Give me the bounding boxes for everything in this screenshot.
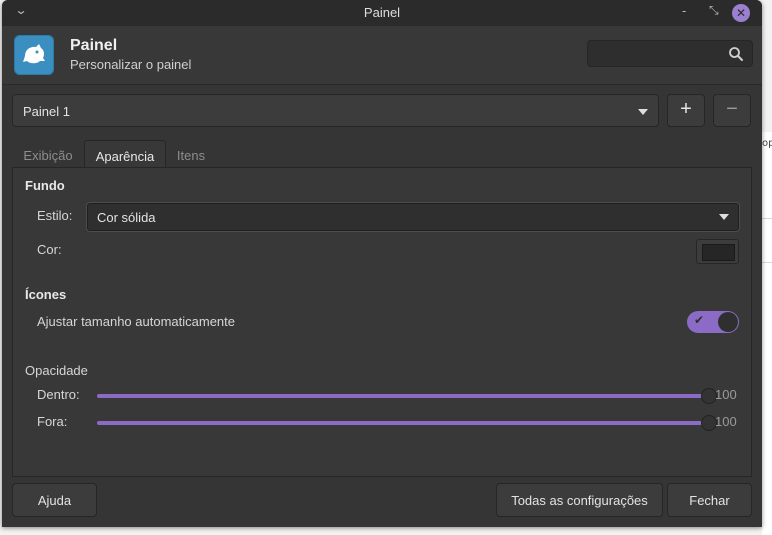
close-button[interactable]: Fechar (667, 483, 752, 517)
fundo-section-title: Fundo (25, 178, 65, 193)
auto-size-toggle[interactable]: ✔ (687, 311, 739, 333)
maximize-icon[interactable]: ⤡ (709, 3, 719, 18)
panel-settings-window: ⌄ Painel ‐ ⤡ ✕ Painel Personalizar o pai… (2, 0, 762, 527)
close-window-icon[interactable]: ✕ (732, 4, 750, 22)
panel-select-value: Painel 1 (23, 104, 70, 119)
cor-label: Cor: (37, 242, 62, 257)
dentro-slider[interactable] (97, 388, 717, 404)
page-subtitle: Personalizar o painel (70, 57, 192, 72)
search-icon (729, 47, 743, 61)
dentro-value: 100 (715, 387, 737, 402)
dentro-label: Dentro: (37, 387, 80, 402)
chevron-down-icon (638, 109, 648, 115)
background-window: op (762, 132, 772, 535)
chevron-down-icon (719, 214, 729, 220)
color-swatch (702, 244, 735, 261)
background-divider (762, 262, 772, 263)
tab-itens[interactable]: Itens (166, 140, 216, 168)
background-text: op (762, 138, 772, 149)
remove-panel-button[interactable]: − (713, 94, 751, 127)
appearance-tab-panel: Fundo Estilo: Cor sólida Cor: Ícones Aju… (12, 167, 752, 477)
check-icon: ✔ (694, 313, 705, 327)
slider-fill (97, 394, 709, 398)
fora-value: 100 (715, 414, 737, 429)
settings-content: Painel 1 + − Exibição Aparência Itens Fu… (2, 84, 762, 527)
all-settings-button[interactable]: Todas as configurações (496, 483, 663, 517)
toggle-knob (718, 312, 738, 332)
page-title: Painel (70, 37, 118, 54)
slider-fill (97, 421, 709, 425)
tab-aparencia[interactable]: Aparência (84, 140, 166, 168)
color-picker-button[interactable] (696, 239, 739, 264)
estilo-select-value: Cor sólida (97, 210, 156, 225)
panel-app-icon (14, 35, 54, 75)
header: Painel Personalizar o painel (2, 26, 762, 84)
opacidade-section-title: Opacidade (25, 363, 88, 378)
add-panel-button[interactable]: + (667, 94, 705, 127)
search-input[interactable] (594, 45, 724, 64)
minimize-icon[interactable]: ‐ (682, 3, 686, 18)
fora-label: Fora: (37, 414, 68, 429)
search-box[interactable] (587, 40, 753, 67)
fora-slider[interactable] (97, 415, 717, 431)
help-button[interactable]: Ajuda (12, 483, 97, 517)
titlebar: ⌄ Painel ‐ ⤡ ✕ (2, 0, 762, 26)
icones-section-title: Ícones (25, 287, 67, 302)
estilo-select[interactable]: Cor sólida (87, 203, 739, 231)
estilo-label: Estilo: (37, 208, 73, 223)
background-divider (762, 218, 772, 219)
tab-exibicao[interactable]: Exibição (12, 140, 84, 168)
panel-select[interactable]: Painel 1 (12, 94, 659, 127)
auto-size-label: Ajustar tamanho automaticamente (37, 314, 235, 329)
window-title: Painel (363, 5, 401, 20)
